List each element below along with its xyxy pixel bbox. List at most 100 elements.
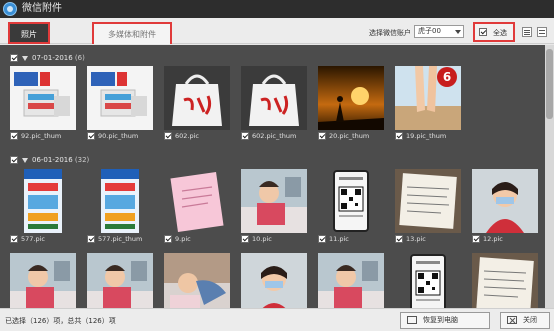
photo-checkbox[interactable] <box>87 235 95 243</box>
photo-tile[interactable] <box>87 253 153 308</box>
close-button-label: 关闭 <box>523 316 537 324</box>
group-date: 07-01-2016 <box>32 54 73 62</box>
photo-thumbnail[interactable] <box>10 66 76 130</box>
select-all-checkbox[interactable] <box>479 28 487 36</box>
photo-tile[interactable] <box>395 253 461 308</box>
photo-checkbox[interactable] <box>87 132 95 140</box>
photo-tile[interactable]: 12.pic <box>472 169 538 244</box>
photo-checkbox[interactable] <box>10 132 18 140</box>
photo-tile[interactable]: 13.pic <box>395 169 461 244</box>
collapse-triangle-icon[interactable] <box>22 157 28 163</box>
photo-thumbnail[interactable] <box>318 66 384 130</box>
photo-thumbnail[interactable] <box>164 169 230 233</box>
grid-view-icon[interactable] <box>537 27 547 37</box>
group-header[interactable]: 06-01-2016 (32) <box>10 154 89 166</box>
photo-checkbox[interactable] <box>10 235 18 243</box>
photo-tile[interactable]: 90.pic_thum <box>87 66 153 141</box>
photo-thumbnail[interactable] <box>10 253 76 308</box>
photo-tile[interactable]: 9.pic <box>164 169 230 244</box>
photo-checkbox[interactable] <box>472 235 480 243</box>
account-label: 选择微信账户 <box>369 29 411 37</box>
photo-thumbnail[interactable] <box>87 253 153 308</box>
photo-tile[interactable] <box>241 253 307 308</box>
close-button[interactable]: 关闭 <box>500 312 550 329</box>
photo-thumbnail[interactable] <box>472 169 538 233</box>
tab-photos[interactable]: 照片 <box>8 22 50 44</box>
status-bar: 已选择（126）项，总共（126）项 恢复到电脑 关闭 <box>0 308 554 331</box>
group-count: (6) <box>74 54 85 62</box>
photo-thumbnail[interactable] <box>318 169 384 233</box>
photo-filename: 90.pic_thum <box>98 132 139 140</box>
account-select[interactable]: 虎子00 <box>414 25 464 38</box>
computer-icon <box>407 316 417 324</box>
photo-filename: 10.pic <box>252 235 272 243</box>
account-select-value: 虎子00 <box>418 27 441 35</box>
photo-tile[interactable]: 92.pic_thum <box>10 66 76 141</box>
photo-thumbnail[interactable] <box>241 66 307 130</box>
photo-tile[interactable]: 11.pic <box>318 169 384 244</box>
select-all-toggle[interactable]: 全选 <box>473 22 515 42</box>
tab-media-attachments[interactable]: 多媒体和附件 <box>92 22 172 44</box>
photo-thumbnail[interactable] <box>164 66 230 130</box>
group-date: 06-01-2016 <box>32 156 73 164</box>
photo-tile[interactable] <box>164 253 230 308</box>
photo-filename: 13.pic <box>406 235 426 243</box>
photo-thumbnail[interactable] <box>395 169 461 233</box>
photo-filename: 20.pic_thum <box>329 132 370 140</box>
title-bar: 微信附件 <box>0 0 554 18</box>
photo-tile[interactable]: 6 19.pic_thum <box>395 66 461 141</box>
group-header[interactable]: 07-01-2016 (6) <box>10 52 85 64</box>
photo-filename: 602.pic <box>175 132 199 140</box>
photo-filename: 577.pic <box>21 235 45 243</box>
photo-thumbnail[interactable] <box>472 253 538 308</box>
svg-text:6: 6 <box>443 70 451 84</box>
photo-thumbnail[interactable] <box>87 169 153 233</box>
photo-checkbox[interactable] <box>318 132 326 140</box>
photo-tile[interactable]: 602.pic_thum <box>241 66 307 141</box>
photo-filename: 11.pic <box>329 235 349 243</box>
collapse-triangle-icon[interactable] <box>22 55 28 61</box>
photo-checkbox[interactable] <box>164 132 172 140</box>
photo-thumbnail[interactable] <box>10 169 76 233</box>
tab-bar: 照片 多媒体和附件 选择微信账户 虎子00 全选 <box>0 18 554 44</box>
photo-thumbnail[interactable] <box>87 66 153 130</box>
photo-filename: 19.pic_thum <box>406 132 447 140</box>
photo-checkbox[interactable] <box>395 235 403 243</box>
photo-checkbox[interactable] <box>241 132 249 140</box>
scrollbar[interactable] <box>545 45 554 308</box>
restore-to-computer-button[interactable]: 恢复到电脑 <box>400 312 490 329</box>
scroll-thumb[interactable] <box>546 49 553 119</box>
photo-tile[interactable]: 602.pic <box>164 66 230 141</box>
photo-filename: 577.pic_thum <box>98 235 143 243</box>
photo-thumbnail[interactable] <box>241 169 307 233</box>
restore-button-label: 恢复到电脑 <box>423 316 458 324</box>
photo-tile[interactable]: 577.pic <box>10 169 76 244</box>
photo-thumbnail[interactable]: 6 <box>395 66 461 130</box>
photo-tile[interactable] <box>318 253 384 308</box>
close-icon <box>507 316 517 324</box>
chevron-down-icon <box>455 30 461 34</box>
list-view-icon[interactable] <box>522 27 532 37</box>
photo-tile[interactable] <box>472 253 538 308</box>
photo-tile[interactable]: 577.pic_thum <box>87 169 153 244</box>
photo-tile[interactable]: 10.pic <box>241 169 307 244</box>
photo-filename: 92.pic_thum <box>21 132 62 140</box>
photo-thumbnail[interactable] <box>395 253 461 308</box>
select-all-label: 全选 <box>493 29 507 37</box>
photo-thumbnail[interactable] <box>318 253 384 308</box>
photo-checkbox[interactable] <box>164 235 172 243</box>
selection-status: 已选择（126）项，总共（126）项 <box>5 317 116 325</box>
photo-filename: 9.pic <box>175 235 191 243</box>
window-title: 微信附件 <box>22 3 62 14</box>
photo-grid: 07-01-2016 (6) 92.pic_thum 90.pic_thum 602… <box>0 45 545 308</box>
photo-tile[interactable] <box>10 253 76 308</box>
photo-tile[interactable]: 20.pic_thum <box>318 66 384 141</box>
group-checkbox[interactable] <box>10 156 18 164</box>
photo-checkbox[interactable] <box>318 235 326 243</box>
photo-checkbox[interactable] <box>241 235 249 243</box>
group-count: (32) <box>74 156 90 164</box>
photo-thumbnail[interactable] <box>241 253 307 308</box>
group-checkbox[interactable] <box>10 54 18 62</box>
photo-checkbox[interactable] <box>395 132 403 140</box>
photo-thumbnail[interactable] <box>164 253 230 308</box>
